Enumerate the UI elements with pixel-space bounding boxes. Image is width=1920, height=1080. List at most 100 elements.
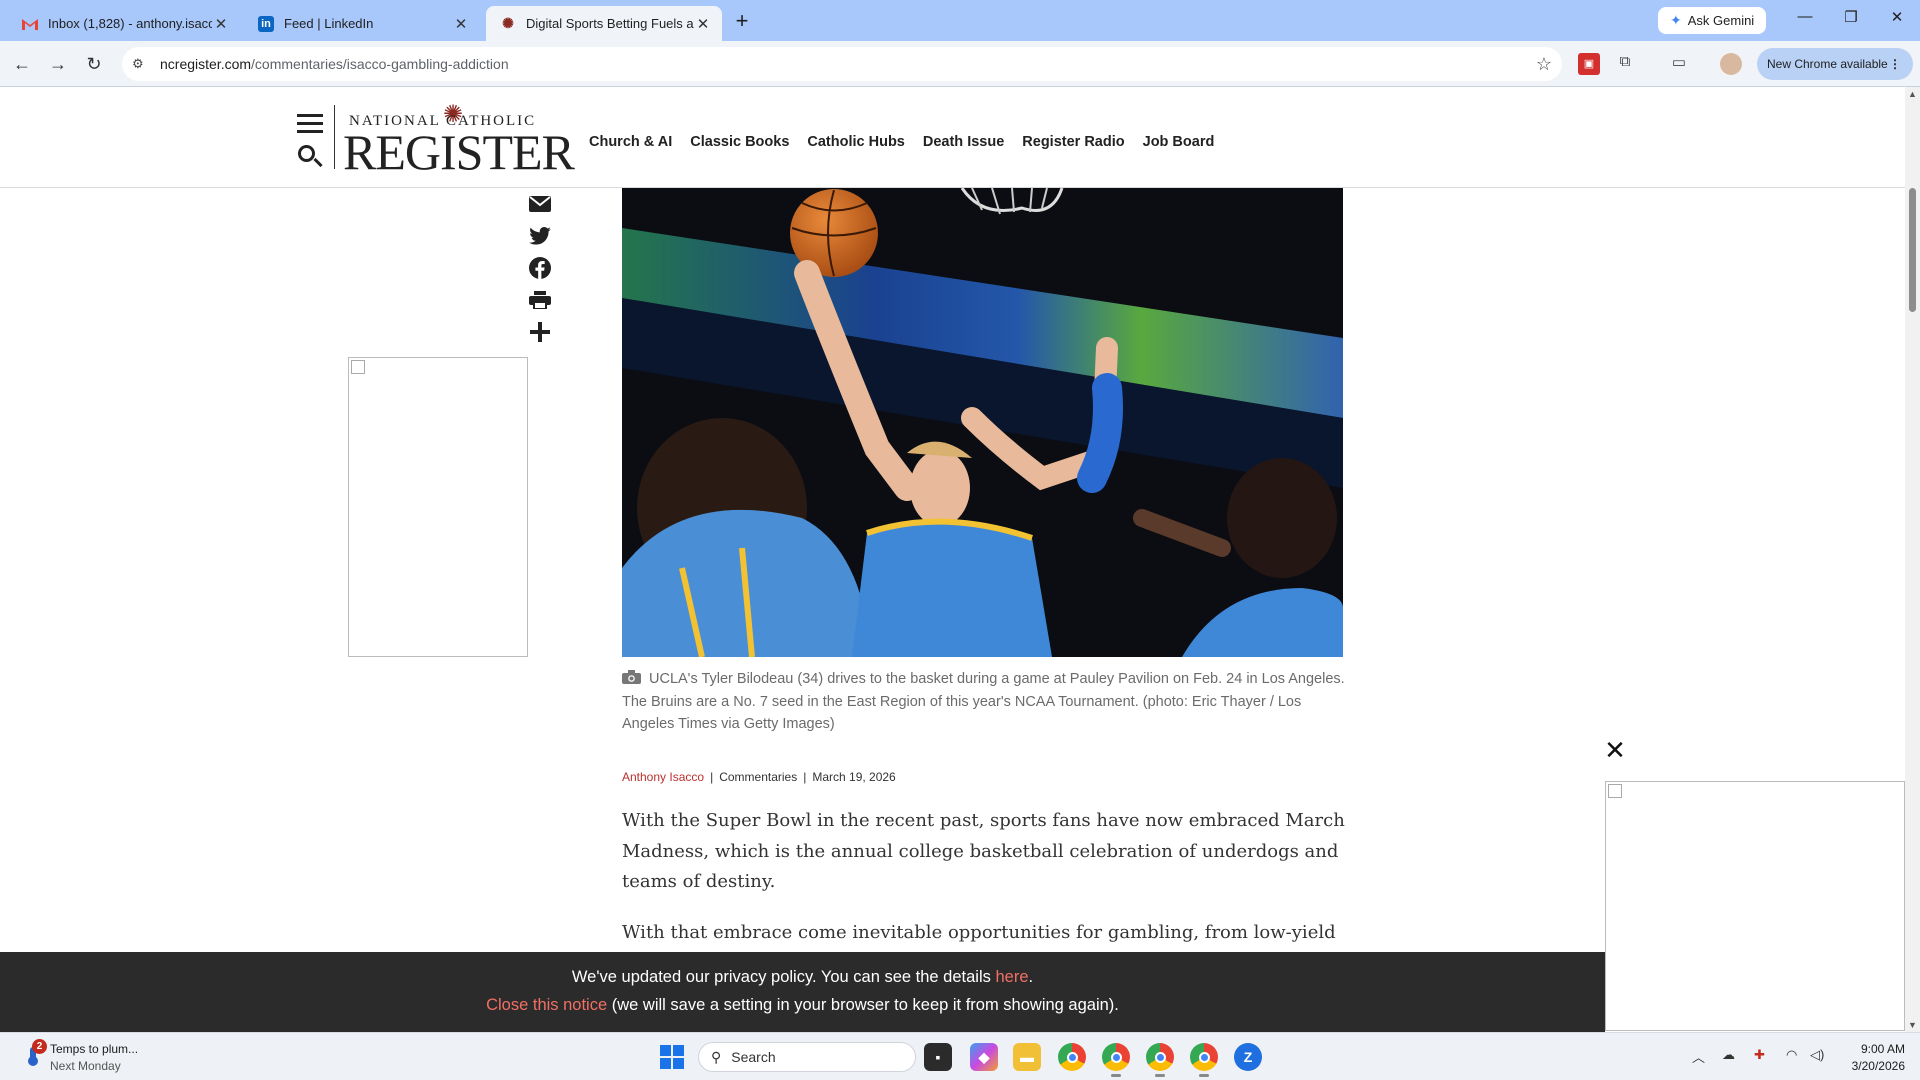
logo-divider — [334, 105, 335, 169]
article-body: With the Super Bowl in the recent past, … — [622, 806, 1372, 952]
show-hidden-icons-chevron-icon[interactable]: ︿ — [1692, 1047, 1705, 1066]
weather-title: Temps to plum... — [50, 1042, 139, 1056]
byline-separator: | — [803, 770, 807, 784]
facebook-share-icon[interactable] — [528, 256, 552, 280]
chrome-profile-icon[interactable] — [1146, 1043, 1174, 1077]
address-bar[interactable]: ⚙ ncregister.com/commentaries/isacco-gam… — [122, 47, 1562, 81]
clock-time: 9:00 AM — [1860, 1042, 1905, 1056]
taskbar-search-placeholder: Search — [731, 1049, 776, 1065]
article-paragraph: With the Super Bowl in the recent past, … — [622, 810, 1345, 892]
weather-widget[interactable]: 2 Temps to plum... Next Monday — [18, 1039, 168, 1075]
restore-button[interactable]: ❐ — [1836, 8, 1866, 32]
forward-button[interactable]: → — [44, 50, 72, 78]
scroll-up-arrow-icon[interactable]: ▲ — [1908, 89, 1917, 99]
puzzle-extensions-icon[interactable]: ⧉ — [1614, 53, 1636, 75]
ask-gemini-button[interactable]: ✦ Ask Gemini — [1658, 7, 1767, 34]
privacy-text: We've updated our privacy policy. You ca… — [571, 968, 996, 986]
page-scrollbar[interactable]: ▲ ▼ — [1905, 87, 1920, 1032]
profile-avatar[interactable] — [1720, 53, 1742, 75]
more-share-plus-icon[interactable] — [528, 320, 552, 344]
back-button[interactable]: ← — [8, 50, 36, 78]
nav-register-radio[interactable]: Register Radio — [1022, 134, 1124, 150]
chrome-icon[interactable] — [1058, 1043, 1086, 1071]
more-menu-icon[interactable]: ⋮ — [1889, 57, 1901, 71]
byline: Anthony Isacco | Commentaries | March 19, 20… — [622, 770, 896, 784]
privacy-line-1: We've updated our privacy policy. You ca… — [0, 968, 1605, 987]
wifi-icon[interactable]: ◠ — [1786, 1047, 1797, 1063]
linkedin-icon: in — [258, 15, 274, 32]
copilot-icon[interactable]: ◆ — [970, 1043, 998, 1071]
task-view-icon[interactable]: ▪ — [924, 1043, 952, 1071]
logo-main-text: REGISTER — [343, 124, 575, 180]
new-chrome-available-button[interactable]: New Chrome available ⋮ — [1757, 48, 1913, 80]
nav-classic-books[interactable]: Classic Books — [690, 134, 789, 150]
file-explorer-icon[interactable]: ▬ — [1013, 1043, 1041, 1071]
volume-icon[interactable]: ◁) — [1810, 1047, 1824, 1063]
nav-catholic-hubs[interactable]: Catholic Hubs — [807, 134, 904, 150]
tab-search-icon[interactable]: ▭ — [1668, 53, 1690, 75]
site-nav: Church & AI Classic Books Catholic Hubs … — [589, 134, 1232, 150]
close-icon[interactable]: ✕ — [694, 15, 712, 33]
nav-job-board[interactable]: Job Board — [1143, 134, 1215, 150]
author-link[interactable]: Anthony Isacco — [622, 770, 704, 784]
privacy-close-text: (we will save a setting in your browser … — [607, 996, 1119, 1014]
search-icon: ⚲ — [711, 1048, 722, 1065]
tab-gmail[interactable]: Inbox (1,828) - anthony.isacco@ ✕ — [8, 6, 240, 41]
hamburger-menu-icon[interactable] — [297, 114, 323, 138]
chrome-active-icon[interactable] — [1190, 1043, 1218, 1077]
publish-date: March 19, 2026 — [812, 770, 896, 784]
weather-badge: 2 — [32, 1039, 47, 1054]
right-ad-placeholder[interactable] — [1605, 781, 1905, 1031]
site-search-icon[interactable] — [296, 143, 324, 171]
twitter-share-icon[interactable] — [528, 224, 552, 248]
bookmark-star-icon[interactable]: ☆ — [1536, 54, 1552, 75]
tray-app-icon[interactable]: ✚ — [1754, 1047, 1765, 1063]
windows-taskbar: 2 Temps to plum... Next Monday ⚲ Search … — [0, 1032, 1920, 1080]
start-button[interactable] — [660, 1045, 684, 1069]
nav-death-issue[interactable]: Death Issue — [923, 134, 1004, 150]
ad-close-icon[interactable]: ✕ — [1603, 737, 1627, 763]
taskbar-search-box[interactable]: ⚲ Search — [698, 1042, 916, 1072]
gmail-icon — [22, 16, 38, 32]
reload-button[interactable]: ↻ — [80, 50, 108, 78]
minimize-button[interactable]: — — [1790, 8, 1820, 32]
browser-toolbar: ← → ↻ ⚙ ncregister.com/commentaries/isac… — [0, 41, 1920, 87]
weather-subtitle: Next Monday — [50, 1059, 121, 1073]
close-window-button[interactable]: ✕ — [1882, 8, 1912, 32]
new-tab-button[interactable]: + — [728, 8, 756, 36]
tab-title: Feed | LinkedIn — [284, 16, 374, 31]
onedrive-cloud-icon[interactable]: ☁ — [1722, 1047, 1735, 1063]
close-icon[interactable]: ✕ — [212, 15, 230, 33]
print-icon[interactable] — [528, 288, 552, 312]
close-notice-link[interactable]: Close this notice — [486, 996, 607, 1014]
new-chrome-label: New Chrome available — [1767, 57, 1888, 71]
extension-icon[interactable]: ▣ — [1578, 53, 1600, 75]
privacy-details-link[interactable]: here — [995, 968, 1028, 986]
gemini-icon: ✦ — [1670, 12, 1682, 28]
tab-ncregister[interactable]: ✺ Digital Sports Betting Fuels a N ✕ — [486, 6, 722, 41]
left-ad-placeholder[interactable] — [348, 357, 528, 657]
tab-linkedin[interactable]: in Feed | LinkedIn ✕ — [244, 6, 480, 41]
scroll-down-arrow-icon[interactable]: ▼ — [1908, 1020, 1917, 1030]
category-link[interactable]: Commentaries — [719, 770, 797, 784]
url-domain: ncregister.com — [160, 56, 252, 72]
privacy-period: . — [1028, 968, 1034, 986]
ncregister-icon: ✺ — [502, 15, 514, 31]
article-paragraph: With that embrace come inevitable opport… — [622, 921, 1336, 943]
hero-image — [622, 188, 1343, 657]
nav-church-ai[interactable]: Church & AI — [589, 134, 672, 150]
chrome-profile-icon[interactable] — [1102, 1043, 1130, 1077]
scrollbar-thumb[interactable] — [1909, 188, 1916, 312]
site-info-icon[interactable]: ⚙ — [132, 56, 152, 72]
site-logo[interactable]: ✺ NATIONAL CATHOLIC REGISTER — [343, 97, 575, 177]
zoom-app-icon[interactable]: Z — [1234, 1043, 1262, 1071]
close-icon[interactable]: ✕ — [452, 15, 470, 33]
email-share-icon[interactable] — [528, 192, 552, 216]
broken-image-icon — [351, 360, 365, 374]
privacy-notice-banner: We've updated our privacy policy. You ca… — [0, 952, 1605, 1032]
broken-image-icon — [1608, 784, 1622, 798]
tab-title: Digital Sports Betting Fuels a N — [526, 16, 694, 31]
system-clock[interactable]: 9:00 AM 3/20/2026 — [1845, 1041, 1905, 1075]
privacy-line-2: Close this notice (we will save a settin… — [0, 996, 1605, 1015]
tab-title: Inbox (1,828) - anthony.isacco@ — [48, 16, 212, 31]
